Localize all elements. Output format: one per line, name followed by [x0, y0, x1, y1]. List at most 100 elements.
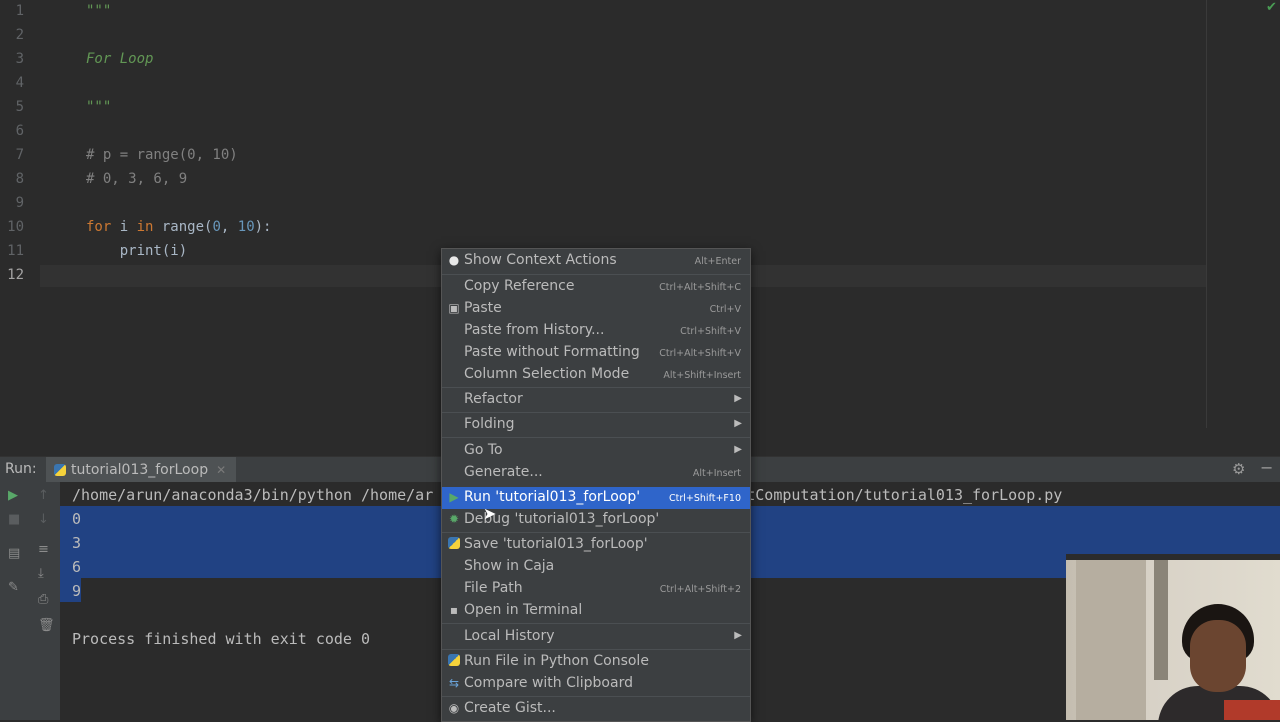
close-icon[interactable]: ✕ — [216, 463, 226, 477]
webcam-shirt-stripe — [1224, 700, 1280, 720]
line-number: 9 — [15, 195, 24, 211]
print-icon[interactable]: ⎙ — [38, 592, 48, 607]
menu-separator — [442, 532, 750, 533]
menu-item-label: File Path — [464, 580, 523, 596]
menu-item-label: Run 'tutorial013_forLoop' — [464, 489, 641, 505]
menu-item-label: Folding — [464, 416, 515, 432]
code-line: # 0, 3, 6, 9 — [86, 171, 188, 187]
command-text: /home/arun/anaconda3/bin/python /home/ar — [72, 486, 434, 504]
menu-item-shortcut: Ctrl+V — [709, 304, 741, 315]
menu-item-run-in-python-console[interactable]: Run File in Python Console — [442, 651, 750, 673]
line-number: 8 — [15, 171, 24, 187]
code-token: ): — [254, 219, 272, 235]
inspection-ok-icon: ✔ — [1266, 0, 1277, 15]
layout-icon[interactable]: ▤ — [8, 546, 20, 561]
menu-separator — [442, 649, 750, 650]
code-line: """ — [86, 99, 112, 115]
number-literal: 10 — [237, 219, 255, 235]
menu-item-label: Show Context Actions — [464, 252, 617, 268]
keyword: in — [136, 219, 154, 235]
menu-item-label: Show in Caja — [464, 558, 555, 574]
debug-icon: ✹ — [448, 512, 460, 526]
menu-separator — [442, 623, 750, 624]
pin-icon[interactable]: ✎ — [8, 580, 19, 595]
output-line: 9 — [72, 582, 82, 600]
menu-item-shortcut: Ctrl+Shift+F10 — [669, 493, 741, 504]
menu-item-shortcut: Ctrl+Alt+Shift+C — [659, 282, 741, 293]
run-tab[interactable]: tutorial013_forLoop ✕ — [46, 457, 237, 482]
python-icon — [54, 463, 66, 476]
compare-icon: ⇆ — [448, 676, 460, 690]
webcam-person-face — [1190, 620, 1246, 692]
menu-item-paste[interactable]: ▣ Paste Ctrl+V — [442, 298, 750, 320]
menu-separator — [442, 274, 750, 275]
exit-message: Process finished with exit code 0 — [72, 630, 371, 648]
menu-item-save[interactable]: Save 'tutorial013_forLoop' — [442, 534, 750, 556]
code-token: i — [111, 219, 137, 235]
menu-item-create-gist[interactable]: ◉ Create Gist... — [442, 698, 750, 720]
stop-icon[interactable]: ■ — [8, 512, 20, 527]
menu-item-shortcut: Ctrl+Alt+Shift+2 — [659, 584, 741, 595]
output-line: 6 — [72, 558, 82, 576]
line-number: 7 — [15, 147, 24, 163]
menu-item-label: Local History — [464, 628, 555, 644]
menu-item-paste-without-formatting[interactable]: Paste without Formatting Ctrl+Alt+Shift+… — [442, 342, 750, 364]
menu-item-file-path[interactable]: File Path Ctrl+Alt+Shift+2 — [442, 578, 750, 600]
mouse-cursor-icon: ➤ — [483, 504, 497, 523]
menu-item-generate[interactable]: Generate... Alt+Insert — [442, 462, 750, 484]
menu-item-refactor[interactable]: Refactor ▶ — [442, 389, 750, 411]
menu-item-paste-from-history[interactable]: Paste from History... Ctrl+Shift+V — [442, 320, 750, 342]
run-tab-label: tutorial013_forLoop — [71, 461, 209, 478]
trash-icon[interactable]: 🗑 — [38, 618, 55, 633]
run-icon: ▶ — [449, 490, 459, 504]
menu-item-label: Copy Reference — [464, 278, 575, 294]
menu-item-shortcut: Ctrl+Alt+Shift+V — [659, 348, 741, 359]
scroll-to-end-icon[interactable]: ⤓ — [38, 566, 44, 581]
minimize-icon[interactable]: − — [1260, 458, 1273, 477]
menu-item-open-in-terminal[interactable]: ▪ Open in Terminal — [442, 600, 750, 622]
webcam-rope — [1154, 560, 1168, 680]
submenu-arrow-icon: ▶ — [734, 444, 742, 455]
line-number: 4 — [15, 75, 24, 91]
menu-item-label: Save 'tutorial013_forLoop' — [464, 536, 648, 552]
menu-item-local-history[interactable]: Local History ▶ — [442, 626, 750, 648]
menu-item-folding[interactable]: Folding ▶ — [442, 414, 750, 436]
python-icon — [447, 654, 461, 668]
menu-item-copy-reference[interactable]: Copy Reference Ctrl+Alt+Shift+C — [442, 276, 750, 298]
menu-item-label: Go To — [464, 442, 503, 458]
submenu-arrow-icon: ▶ — [734, 393, 742, 404]
code-line: for i in range(0, 10): — [86, 219, 271, 235]
output-line: 0 — [72, 510, 82, 528]
menu-item-shortcut: Alt+Insert — [692, 468, 741, 479]
line-number: 3 — [15, 51, 24, 67]
line-number: 5 — [15, 99, 24, 115]
up-arrow-icon[interactable]: ↑ — [38, 488, 49, 503]
menu-item-label: Compare with Clipboard — [464, 675, 633, 691]
menu-item-column-selection-mode[interactable]: Column Selection Mode Alt+Shift+Insert — [442, 364, 750, 386]
menu-item-show-context-actions[interactable]: ● Show Context Actions Alt+Enter — [442, 250, 750, 272]
code-token: , — [220, 219, 238, 235]
menu-item-shortcut: Alt+Shift+Insert — [663, 370, 741, 381]
menu-item-label: Open in Terminal — [464, 602, 583, 618]
code-line: print(i) — [86, 243, 188, 259]
rerun-icon[interactable]: ▶ — [8, 488, 18, 503]
command-text: tComputation/tutorial013_forLoop.py — [746, 486, 1063, 504]
menu-item-show-in-caja[interactable]: Show in Caja — [442, 556, 750, 578]
gear-icon[interactable]: ⚙ — [1232, 460, 1245, 478]
menu-item-label: Paste without Formatting — [464, 344, 640, 360]
output-line: 3 — [72, 534, 82, 552]
menu-item-label: Run File in Python Console — [464, 653, 649, 669]
down-arrow-icon[interactable]: ↓ — [38, 512, 49, 527]
line-number: 12 — [7, 267, 24, 283]
bulb-icon: ● — [448, 253, 460, 267]
menu-item-shortcut: Alt+Enter — [694, 256, 741, 267]
line-number: 6 — [15, 123, 24, 139]
menu-item-label: Paste from History... — [464, 322, 605, 338]
code-line: # p = range(0, 10) — [86, 147, 238, 163]
menu-item-compare-with-clipboard[interactable]: ⇆ Compare with Clipboard — [442, 673, 750, 695]
menu-item-go-to[interactable]: Go To ▶ — [442, 440, 750, 462]
menu-item-label: Paste — [464, 300, 502, 316]
run-sidebar: ▶ ↑ ■ ↓ ▤ ≡ ⤓ ✎ ⎙ 🗑 — [0, 482, 60, 720]
soft-wrap-icon[interactable]: ≡ — [38, 542, 49, 557]
python-icon — [447, 537, 461, 551]
